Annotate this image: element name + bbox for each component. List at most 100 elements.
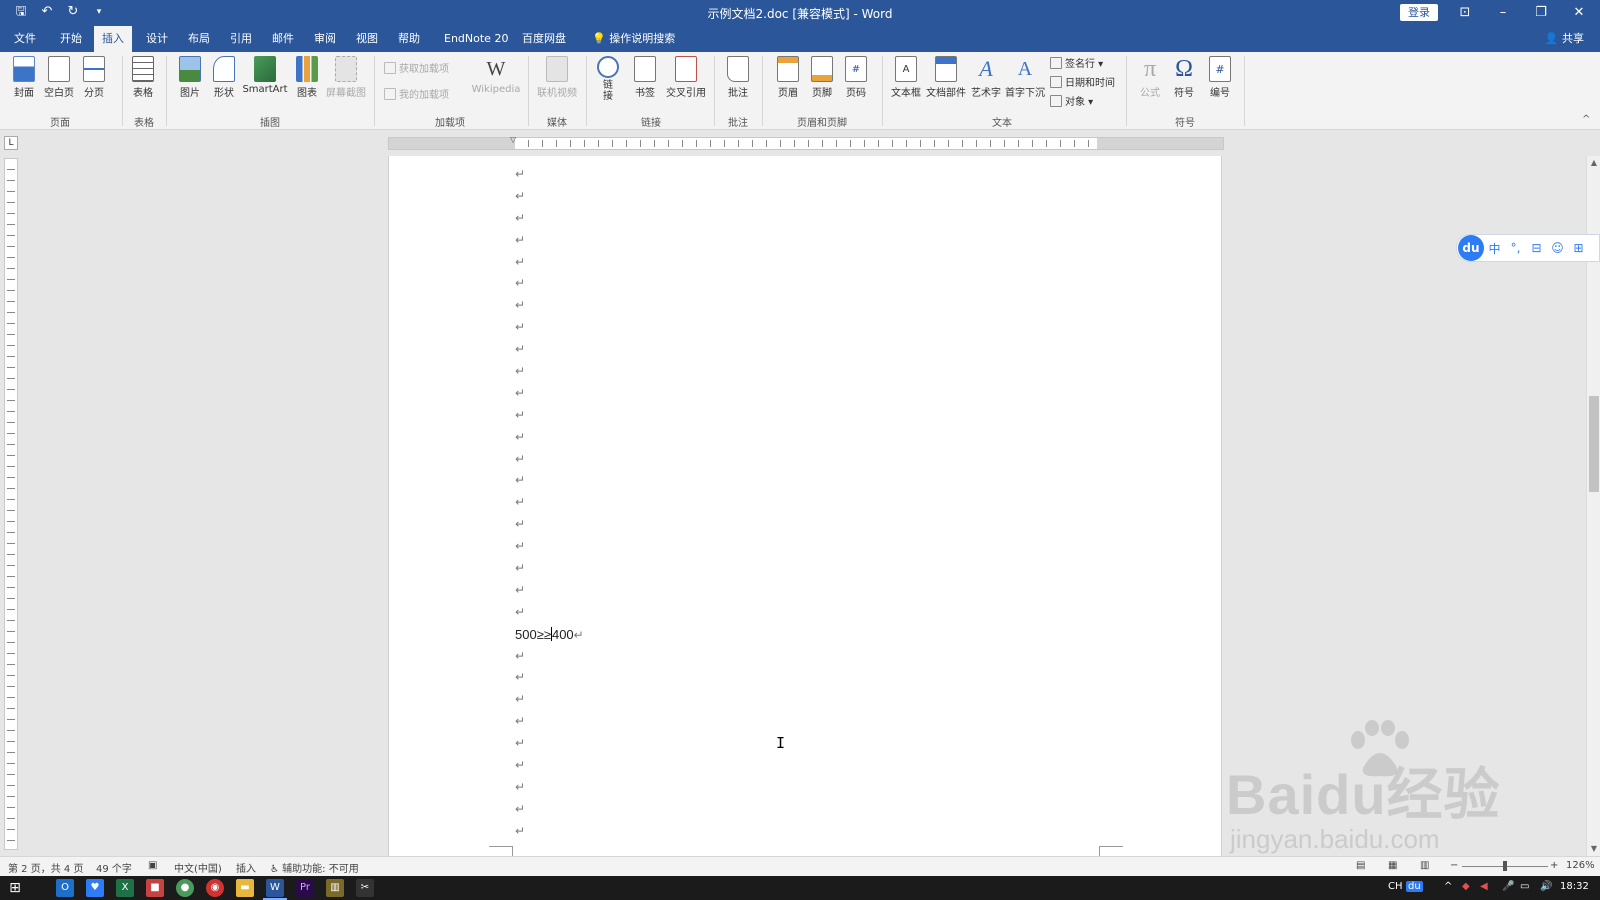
quick-parts-button[interactable]: 文档部件 xyxy=(926,56,966,99)
close-icon[interactable]: ✕ xyxy=(1560,2,1598,24)
paragraph-mark[interactable]: ↵ xyxy=(515,230,1115,252)
baidu-ime-logo[interactable]: du xyxy=(1458,235,1484,261)
outlook-app-icon[interactable]: O xyxy=(56,879,74,897)
tell-me-search[interactable]: 💡 操作说明搜索 xyxy=(584,26,683,52)
symbol-button[interactable]: Ω 符号 xyxy=(1170,56,1198,99)
cover-page-button[interactable]: 封面 xyxy=(10,56,38,99)
equation-button[interactable]: π 公式 xyxy=(1136,56,1164,99)
paragraph-mark[interactable]: ↵ xyxy=(515,646,1115,668)
paragraph-mark[interactable]: ↵ xyxy=(515,580,1115,602)
number-button[interactable]: # 编号 xyxy=(1206,56,1234,99)
ribbon-display-icon[interactable]: ⊡ xyxy=(1446,2,1484,24)
network-icon[interactable]: ▭ xyxy=(1520,881,1529,892)
tab-home[interactable]: 开始 xyxy=(52,26,90,52)
paragraph-mark[interactable]: ↵ xyxy=(515,777,1115,799)
premiere-app-icon[interactable]: Pr xyxy=(296,879,314,897)
horizontal-ruler[interactable]: ▽ xyxy=(388,135,1224,150)
tab-insert[interactable]: 插入 xyxy=(94,26,132,52)
paragraph-mark[interactable]: ↵ xyxy=(515,667,1115,689)
paragraph-mark[interactable]: ↵ xyxy=(515,427,1115,449)
ime-menu-icon[interactable]: ⊞ xyxy=(1568,241,1589,255)
paragraph-mark[interactable]: ↵ xyxy=(515,492,1115,514)
capcut-app-icon[interactable]: ✂ xyxy=(356,879,374,897)
tab-help[interactable]: 帮助 xyxy=(390,26,428,52)
accessibility-status[interactable]: ♿ 辅助功能: 不可用 xyxy=(270,860,359,875)
pictures-button[interactable]: 图片 xyxy=(176,56,204,99)
excel-app-icon[interactable]: X xyxy=(116,879,134,897)
ime-skin-icon[interactable]: ☺ xyxy=(1547,241,1568,255)
paragraph-mark[interactable]: ↵ xyxy=(515,405,1115,427)
chrome-app-icon[interactable]: ● xyxy=(176,879,194,897)
tab-layout[interactable]: 布局 xyxy=(180,26,218,52)
shapes-button[interactable]: 形状 xyxy=(210,56,238,99)
paragraph-mark[interactable]: ↵ xyxy=(515,755,1115,777)
paragraph-column[interactable]: ↵ ↵ ↵ ↵ ↵ ↵ ↵ ↵ ↵ ↵ ↵ ↵ ↵ ↵ ↵ ↵ ↵ ↵ ↵ ↵ ↵ 500≥≥400↵ ↵ ↵ ↵ ↵ ↵ ↵ ↵ ↵… xyxy=(515,164,1115,843)
text-box-button[interactable]: A 文本框 xyxy=(890,56,922,99)
page-break-button[interactable]: 分页 xyxy=(80,56,108,99)
new-comment-button[interactable]: 批注 xyxy=(724,56,752,99)
baidu-app-icon[interactable]: ♥ xyxy=(86,879,104,897)
paragraph-mark[interactable]: ↵ xyxy=(515,383,1115,405)
minimize-icon[interactable]: – xyxy=(1484,2,1522,24)
screenshot-button[interactable]: 屏幕截图 xyxy=(326,56,366,99)
date-time-button[interactable]: 日期和时间 xyxy=(1050,76,1115,92)
zoom-level[interactable]: 126% xyxy=(1566,860,1595,871)
indent-marker[interactable]: ▽ xyxy=(510,135,516,144)
paragraph-mark[interactable]: ↵ xyxy=(515,470,1115,492)
bookmark-button[interactable]: 书签 xyxy=(632,56,658,99)
get-addins-button[interactable]: 获取加载项 xyxy=(384,62,449,78)
ime-punctuation-icon[interactable]: °, xyxy=(1505,241,1526,255)
zoom-in-button[interactable]: + xyxy=(1550,860,1558,871)
paragraph-mark[interactable]: ↵ xyxy=(515,514,1115,536)
tab-references[interactable]: 引用 xyxy=(222,26,260,52)
login-button[interactable]: 登录 xyxy=(1400,4,1438,21)
chart-button[interactable]: 图表 xyxy=(294,56,320,99)
tray-app-icon[interactable]: ◀ xyxy=(1480,881,1488,892)
drop-cap-button[interactable]: A 首字下沉 xyxy=(1004,56,1046,99)
paragraph-mark[interactable]: ↵ xyxy=(515,536,1115,558)
scrollbar-thumb[interactable] xyxy=(1589,396,1599,492)
smartart-button[interactable]: SmartArt xyxy=(242,56,288,95)
show-hidden-icons[interactable]: ^ xyxy=(1444,881,1452,892)
proofing-icon[interactable]: ▣ xyxy=(148,860,157,871)
document-page[interactable]: ↵ ↵ ↵ ↵ ↵ ↵ ↵ ↵ ↵ ↵ ↵ ↵ ↵ ↵ ↵ ↵ ↵ ↵ ↵ ↵ ↵ 500≥≥400↵ ↵ ↵ ↵ ↵ ↵ ↵ ↵ ↵… xyxy=(388,156,1222,856)
vertical-ruler[interactable] xyxy=(4,158,18,850)
paragraph-mark[interactable]: ↵ xyxy=(515,799,1115,821)
zoom-slider-thumb[interactable] xyxy=(1503,861,1507,871)
paragraph-mark[interactable]: ↵ xyxy=(515,821,1115,843)
content-line[interactable]: 500≥≥400↵ xyxy=(515,624,1115,646)
app-icon[interactable]: ▥ xyxy=(326,879,344,897)
paragraph-mark[interactable]: ↵ xyxy=(515,273,1115,295)
read-mode-icon[interactable]: ▤ xyxy=(1356,860,1365,871)
print-layout-icon[interactable]: ▦ xyxy=(1388,860,1397,871)
page-count[interactable]: 第 2 页，共 4 页 xyxy=(8,860,83,875)
paragraph-mark[interactable]: ↵ xyxy=(515,208,1115,230)
microphone-icon[interactable]: 🎤 xyxy=(1502,881,1514,892)
paragraph-mark[interactable]: ↵ xyxy=(515,186,1115,208)
paragraph-mark[interactable]: ↵ xyxy=(515,164,1115,186)
scroll-down-icon[interactable]: ▼ xyxy=(1587,842,1600,856)
windows-start-icon[interactable]: ⊞ xyxy=(6,879,24,897)
zoom-out-button[interactable]: − xyxy=(1450,860,1458,871)
ime-language-indicator[interactable]: CH xyxy=(1388,881,1403,892)
insert-mode-indicator[interactable]: 插入 xyxy=(236,860,256,875)
table-button[interactable]: 表格 xyxy=(128,56,158,99)
ime-toolbox-icon[interactable]: ⊟ xyxy=(1526,241,1547,255)
tab-selector[interactable]: L xyxy=(4,136,18,150)
paragraph-mark[interactable]: ↵ xyxy=(515,733,1115,755)
paragraph-mark[interactable]: ↵ xyxy=(515,449,1115,471)
header-button[interactable]: 页眉 xyxy=(774,56,802,99)
page-number-button[interactable]: # 页码 xyxy=(842,56,870,99)
paragraph-mark[interactable]: ↵ xyxy=(515,295,1115,317)
wikipedia-button[interactable]: W Wikipedia xyxy=(470,56,522,95)
paragraph-mark[interactable]: ↵ xyxy=(515,558,1115,580)
cross-reference-button[interactable]: 交叉引用 xyxy=(664,56,708,99)
paragraph-mark[interactable]: ↵ xyxy=(515,361,1115,383)
my-addins-button[interactable]: 我的加载项 xyxy=(384,88,449,104)
word-app-icon[interactable]: W xyxy=(266,879,284,897)
word-count[interactable]: 49 个字 xyxy=(96,860,132,875)
tab-design[interactable]: 设计 xyxy=(138,26,176,52)
baidu-ime-tray-icon[interactable]: du xyxy=(1406,881,1423,892)
tab-mailings[interactable]: 邮件 xyxy=(264,26,302,52)
paragraph-mark[interactable]: ↵ xyxy=(515,711,1115,733)
